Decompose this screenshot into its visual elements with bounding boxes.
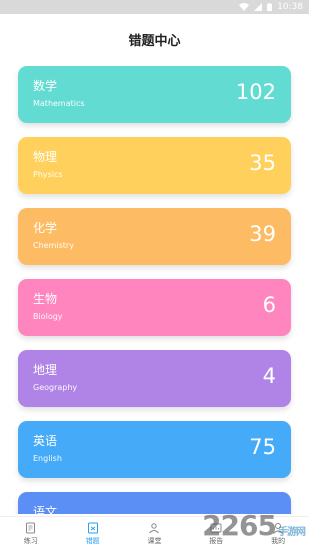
subject-card-biology[interactable]: 生物 Biology 6: [18, 279, 291, 336]
subject-card-geography[interactable]: 地理 Geography 4: [18, 350, 291, 407]
page-title: 错题中心: [128, 33, 181, 49]
status-bar: 10:38: [0, 0, 309, 14]
profile-icon: [272, 522, 284, 534]
subject-english-name: Biology: [33, 312, 63, 321]
subject-name: 化学: [33, 221, 58, 235]
tab-label: 课堂: [147, 536, 162, 545]
subject-name: 生物: [33, 292, 58, 306]
subject-english-name: English: [33, 454, 62, 463]
tab-mistakes[interactable]: 错题: [62, 517, 124, 550]
subject-english-name: Physics: [33, 170, 63, 179]
subject-english-name: Mathematics: [33, 99, 85, 108]
tab-report[interactable]: 报告: [185, 517, 247, 550]
subject-english-name: Chemistry: [33, 241, 74, 250]
subject-list: 数学 Mathematics 102 物理 Physics 35 化学 Chem…: [0, 66, 309, 514]
bottom-tab-bar: 练习 错题 课堂 报告 我的: [0, 516, 309, 550]
subject-name: 数学: [33, 79, 58, 93]
status-time: 10:38: [277, 2, 303, 12]
subject-english-name: Geography: [33, 383, 78, 392]
practice-icon: [25, 522, 37, 534]
signal-icon: [254, 3, 263, 11]
page-header: 错题中心: [0, 14, 309, 64]
subject-card-chemistry[interactable]: 化学 Chemistry 39: [18, 208, 291, 265]
subject-name: 地理: [33, 363, 58, 377]
tab-label: 我的: [271, 536, 286, 545]
subject-name: 物理: [33, 150, 58, 164]
mistake-count: 35: [249, 151, 276, 175]
mistake-count: 4: [262, 364, 276, 388]
subject-card-english[interactable]: 英语 English 75: [18, 421, 291, 478]
subject-card-chinese[interactable]: 语文: [18, 492, 291, 514]
tab-label: 练习: [23, 536, 38, 545]
report-icon: [210, 522, 222, 534]
subject-card-physics[interactable]: 物理 Physics 35: [18, 137, 291, 194]
subject-card-math[interactable]: 数学 Mathematics 102: [18, 66, 291, 123]
tab-classroom[interactable]: 课堂: [124, 517, 186, 550]
mistake-count: 39: [249, 222, 276, 246]
tab-practice[interactable]: 练习: [0, 517, 62, 550]
mistake-count: 6: [262, 293, 276, 317]
wifi-icon: [239, 3, 250, 11]
mistakes-icon: [87, 522, 99, 534]
tab-profile[interactable]: 我的: [247, 517, 309, 550]
mistake-count: 75: [249, 435, 276, 459]
battery-icon: [267, 3, 273, 11]
tab-label: 错题: [85, 536, 100, 545]
tab-label: 报告: [209, 536, 224, 545]
classroom-icon: [148, 522, 160, 534]
subject-name: 英语: [33, 434, 58, 448]
subject-name: 语文: [33, 505, 58, 514]
mistake-count: 102: [235, 80, 276, 104]
